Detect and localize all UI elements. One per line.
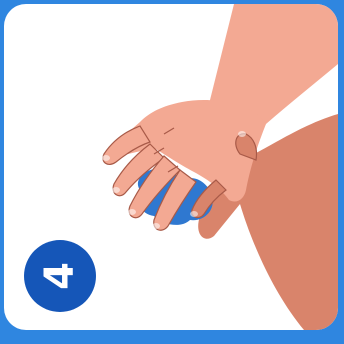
step-card: 4	[4, 4, 338, 330]
step-number: 4	[37, 262, 83, 290]
step-number-badge: 4	[24, 240, 96, 312]
step-card-frame: 4	[0, 0, 344, 344]
